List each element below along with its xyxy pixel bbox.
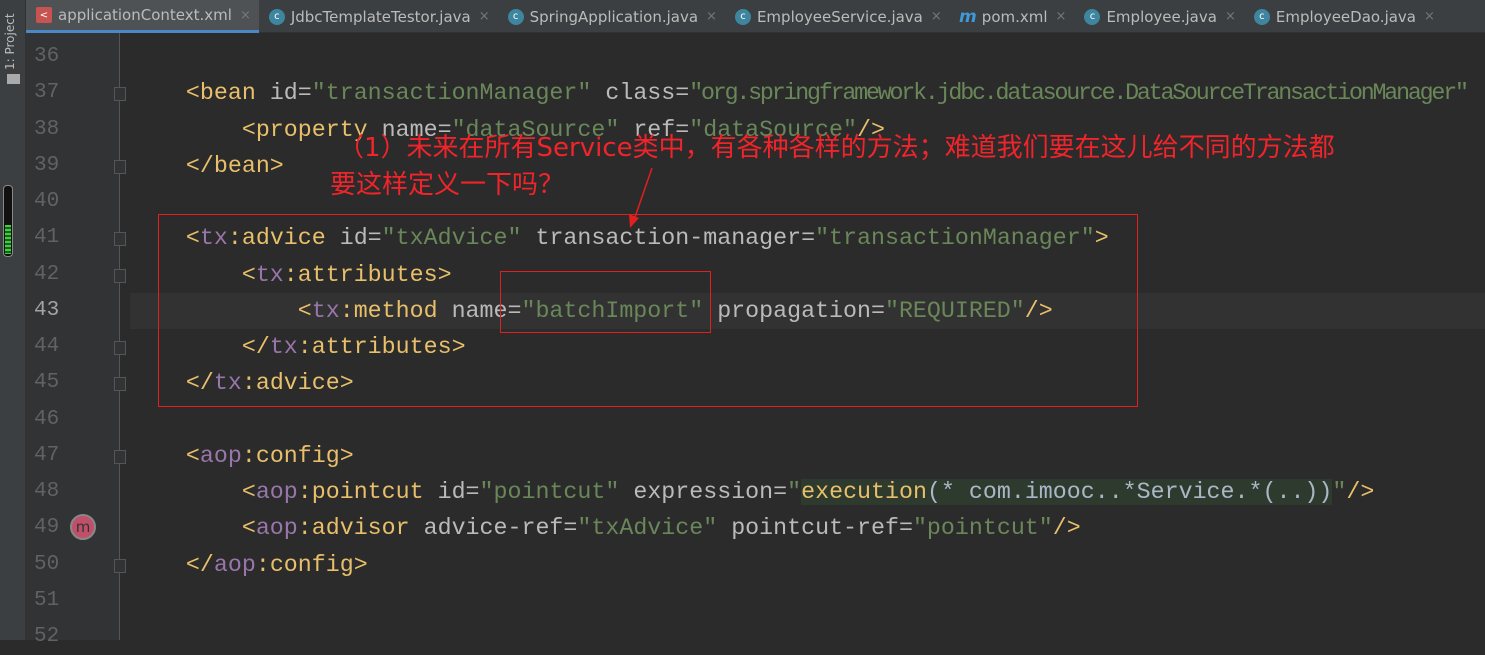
annotation-arrow-icon [629, 167, 653, 228]
annotation-text-line2: 要这样定义一下吗？ [330, 170, 565, 200]
annotation-text-line1: （1）未来在所有Service类中，有各种各样的方法；难道我们要在这儿给不同的方… [338, 133, 1335, 163]
